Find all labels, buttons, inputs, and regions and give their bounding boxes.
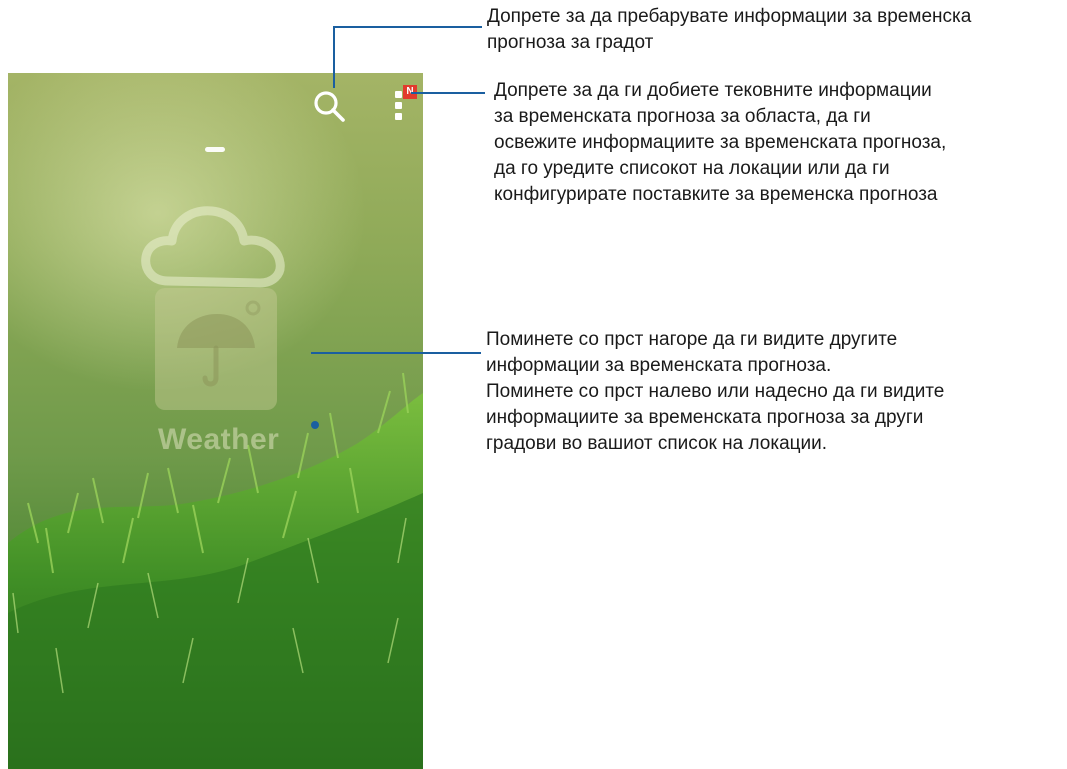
callout-line-text: Допрете за да ги добиете тековните инфор…: [494, 80, 932, 101]
search-icon: [314, 91, 345, 122]
cloud-icon: [141, 206, 285, 288]
weather-app-screen[interactable]: N Weather: [8, 73, 423, 769]
callout-line-menu: [411, 92, 485, 94]
callout-line-text: Поминете со прст нагоре да ги видите дру…: [486, 329, 898, 350]
callout-line-text: прогноза за градот: [487, 32, 654, 53]
callout-line-text: информации за временската прогноза.: [486, 355, 832, 376]
callout-line-text: Допрете за да пребарувате информации за …: [487, 6, 972, 27]
app-name-label: Weather: [158, 423, 280, 456]
umbrella-icon: [177, 300, 261, 387]
callout-line-text: да го уредите списокот на локации или да…: [494, 158, 890, 179]
callout-line-text: градови во вашиот список на локации.: [486, 433, 828, 454]
page-indicator: [205, 147, 225, 152]
weather-app-icon: [155, 288, 277, 410]
callout-line-search-horizontal: [333, 26, 482, 28]
callout-marker: [311, 421, 319, 429]
callout-line-text: освежите информациите за временската про…: [494, 132, 947, 153]
callout-line-search-vertical: [333, 26, 335, 88]
callout-swipe: Поминете со прст нагоре да ги видите дру…: [486, 327, 1046, 457]
grass-background: [8, 372, 423, 769]
callout-line-text: конфигурирате поставките за временска пр…: [494, 184, 938, 205]
callout-line-swipe: [311, 352, 481, 354]
callout-menu: Допрете за да ги добиете тековните инфор…: [494, 78, 1054, 208]
menu-dot-icon: [395, 102, 402, 109]
more-options-button[interactable]: N: [384, 85, 423, 125]
menu-dot-icon: [395, 91, 402, 98]
callout-line-text: информациите за временската прогноза за …: [486, 407, 924, 428]
callout-search: Допрете за да пребарувате информации за …: [487, 4, 1067, 56]
callout-line-text: Поминете со прст налево или надесно да г…: [486, 381, 945, 402]
callout-line-text: за временската прогноза за областа, да г…: [494, 106, 871, 127]
menu-dot-icon: [395, 113, 402, 120]
search-button[interactable]: [310, 87, 350, 127]
